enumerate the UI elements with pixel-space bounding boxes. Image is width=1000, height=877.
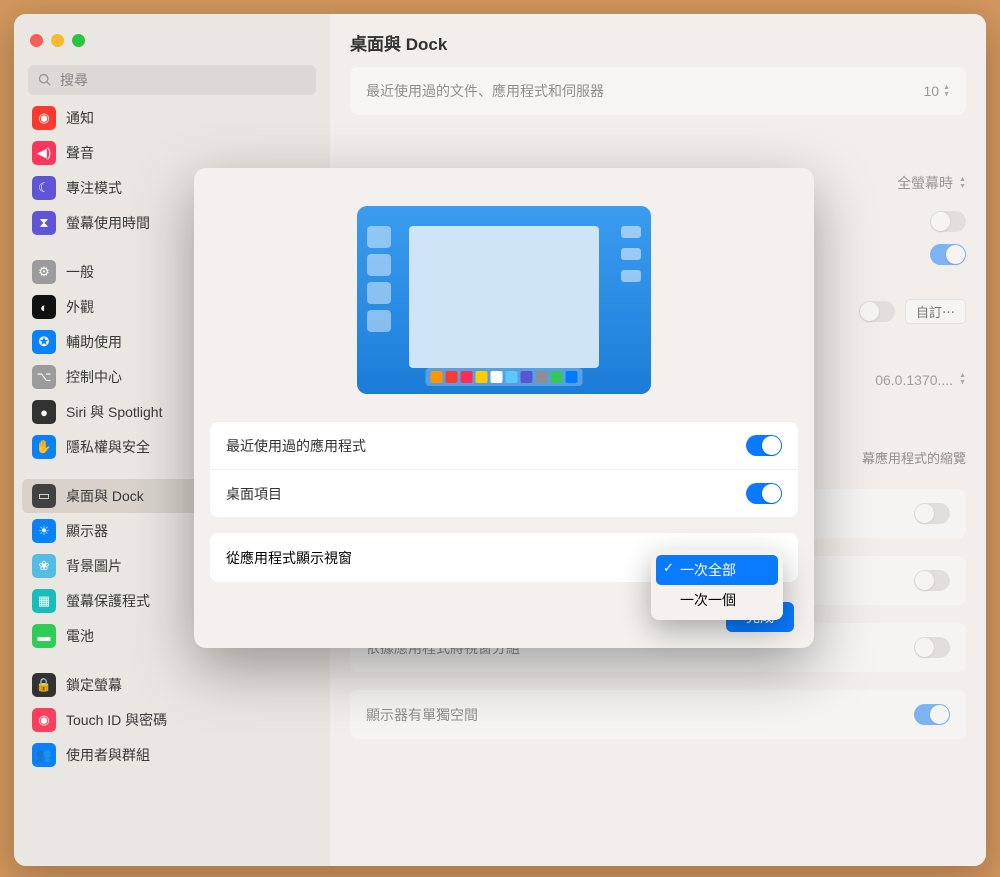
dropdown-option[interactable]: 一次一個 bbox=[656, 585, 778, 615]
toggle-recent-apps[interactable] bbox=[746, 435, 782, 456]
modal-row-desktop-items: 桌面項目 bbox=[210, 469, 798, 517]
modal-row-recent-apps: 最近使用過的應用程式 bbox=[210, 422, 798, 469]
toggle-desktop-items[interactable] bbox=[746, 483, 782, 504]
show-windows-dropdown: 一次全部一次一個 bbox=[651, 550, 783, 620]
desktop-illustration bbox=[357, 206, 651, 394]
dropdown-option[interactable]: 一次全部 bbox=[656, 555, 778, 585]
